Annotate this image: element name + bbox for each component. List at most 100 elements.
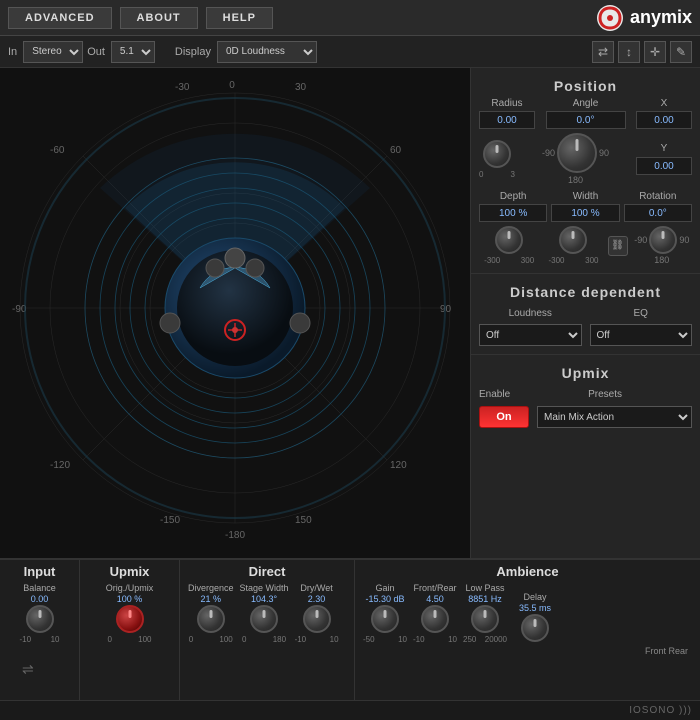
lowpass-param: Low Pass 8851 Hz 250 20000	[463, 583, 507, 644]
in-select[interactable]: Stereo	[23, 41, 83, 63]
toggle-col: On	[479, 406, 529, 428]
x-label: X	[661, 98, 668, 109]
rot-min-label: -90	[634, 235, 647, 245]
position-top-row: Radius 0.00 Angle 0.0° X 0.00	[479, 98, 692, 129]
svg-text:0: 0	[229, 80, 235, 91]
lowpass-knob[interactable]	[471, 605, 499, 633]
ambience-title: Ambience	[363, 564, 692, 579]
loudness-select[interactable]: Off	[479, 324, 582, 346]
width-col: Width 100 %	[551, 191, 619, 222]
loudness-col: Loudness Off	[479, 308, 582, 346]
dw-tick-min: -10	[295, 635, 307, 644]
footer-bar: IOSONO )))	[0, 700, 700, 720]
frontrear-label: Front/Rear	[413, 583, 456, 593]
drywet-value: 2.30	[308, 594, 326, 604]
gain-tick-max: 10	[398, 635, 407, 644]
direct-title: Direct	[188, 564, 346, 579]
balance-tick-min: -10	[20, 635, 32, 644]
transfer-icon[interactable]: ⇌	[22, 661, 34, 678]
eq-label: EQ	[634, 308, 648, 319]
rot-max-label: 90	[679, 235, 689, 245]
drywet-knob[interactable]	[303, 605, 331, 633]
orig-knob[interactable]	[116, 605, 144, 633]
eq-select[interactable]: Off	[590, 324, 693, 346]
arrow-lr-icon[interactable]: ⇄	[592, 41, 614, 63]
display-select[interactable]: 0D Loudness	[217, 41, 317, 63]
footer-logo: IOSONO )))	[629, 705, 692, 716]
input-section: Input Balance 0.00 -10 10 ⇌	[0, 560, 80, 700]
position-section: Position Radius 0.00 Angle 0.0° X 0.00	[471, 68, 700, 274]
lowpass-label: Low Pass	[465, 583, 504, 593]
width-tick-min: -300	[548, 256, 564, 265]
angle-knob[interactable]	[557, 133, 597, 173]
lowpass-value: 8851 Hz	[468, 594, 502, 604]
delay-knob[interactable]	[521, 614, 549, 642]
y-value[interactable]: 0.00	[636, 157, 692, 175]
width-tick-max: 300	[585, 256, 598, 265]
orig-label: Orig./Upmix	[106, 583, 154, 593]
svg-text:-60: -60	[50, 145, 65, 156]
right-panel: Position Radius 0.00 Angle 0.0° X 0.00	[470, 68, 700, 558]
upmix-toggle[interactable]: On	[479, 406, 529, 428]
svg-text:30: 30	[295, 82, 307, 93]
distance-title: Distance dependent	[479, 278, 692, 304]
angle-col: Angle 0.0°	[539, 98, 632, 129]
upmix-bottom-section: Upmix Orig./Upmix 100 % 0 100	[80, 560, 180, 700]
radius-value[interactable]: 0.00	[479, 111, 535, 129]
width-knob[interactable]	[559, 226, 587, 254]
front-rear-text: Front Rear	[363, 646, 692, 656]
stagewidth-label: Stage Width	[240, 583, 289, 593]
gain-knob[interactable]	[371, 605, 399, 633]
angle-value[interactable]: 0.0°	[546, 111, 626, 129]
depth-value[interactable]: 100 %	[479, 204, 547, 222]
out-select[interactable]: 5.1	[111, 41, 155, 63]
depth-col: Depth 100 %	[479, 191, 547, 222]
direct-params-row: Divergence 21 % 0 100 Stage Width 104.3°…	[188, 583, 346, 644]
presets-label: Presets	[588, 389, 622, 400]
visualizer-panel[interactable]: 0 -30 30 -60 60 -90 90 -120 120 -150 150…	[0, 68, 470, 558]
top-bar: ADVANCED ABOUT HELP anymix	[0, 0, 700, 36]
drywet-param: Dry/Wet 2.30 -10 10	[295, 583, 339, 644]
frontrear-knob[interactable]	[421, 605, 449, 633]
balance-knob[interactable]	[26, 605, 54, 633]
advanced-button[interactable]: ADVANCED	[8, 7, 112, 29]
out-label: Out	[87, 46, 105, 58]
crosshair-icon[interactable]: ✛	[644, 41, 666, 63]
x-col: X 0.00	[636, 98, 692, 129]
orig-tick-max: 100	[138, 635, 151, 644]
rotation-value[interactable]: 0.0°	[624, 204, 692, 222]
stagewidth-knob[interactable]	[250, 605, 278, 633]
dw-tick-max: 10	[330, 635, 339, 644]
arrow-ud-icon[interactable]: ↕	[618, 41, 640, 63]
visualizer-svg: 0 -30 30 -60 60 -90 90 -120 120 -150 150…	[0, 68, 470, 558]
svg-text:60: 60	[390, 145, 402, 156]
position-title: Position	[479, 72, 692, 98]
upmix-section: Upmix Enable Presets On Main Mix Action	[471, 355, 700, 436]
fr-tick-max: 10	[448, 635, 457, 644]
link-icon[interactable]: ⛓	[608, 236, 628, 256]
orig-value: 100 %	[117, 594, 143, 604]
width-value[interactable]: 100 %	[551, 204, 619, 222]
about-button[interactable]: ABOUT	[120, 7, 198, 29]
dwrLabels: Depth 100 % Width 100 % Rotation 0.0°	[479, 191, 692, 222]
gain-param: Gain -15.30 dB -50 10	[363, 583, 407, 644]
x-value[interactable]: 0.00	[636, 111, 692, 129]
radius-tick-max: 3	[511, 170, 515, 179]
help-button[interactable]: HELP	[206, 7, 273, 29]
preset-select[interactable]: Main Mix Action	[537, 406, 692, 428]
edit-icon[interactable]: ✎	[670, 41, 692, 63]
dwr-knobs-row: -300 300 -300 300 ⛓ -90	[479, 226, 692, 265]
svg-text:-150: -150	[160, 515, 180, 526]
radius-knob[interactable]	[483, 140, 511, 168]
distance-section: Distance dependent Loudness Off EQ Off	[471, 274, 700, 355]
logo-text: anymix	[630, 7, 692, 28]
gain-tick-min: -50	[363, 635, 375, 644]
balance-param: Balance 0.00 -10 10	[8, 583, 71, 644]
svg-text:120: 120	[390, 460, 407, 471]
upmix-labels-row: Enable Presets	[479, 389, 692, 402]
divergence-knob[interactable]	[197, 605, 225, 633]
rotation-knob[interactable]	[649, 226, 677, 254]
balance-label: Balance	[23, 583, 56, 593]
depth-knob[interactable]	[495, 226, 523, 254]
svg-text:-180: -180	[225, 530, 245, 541]
